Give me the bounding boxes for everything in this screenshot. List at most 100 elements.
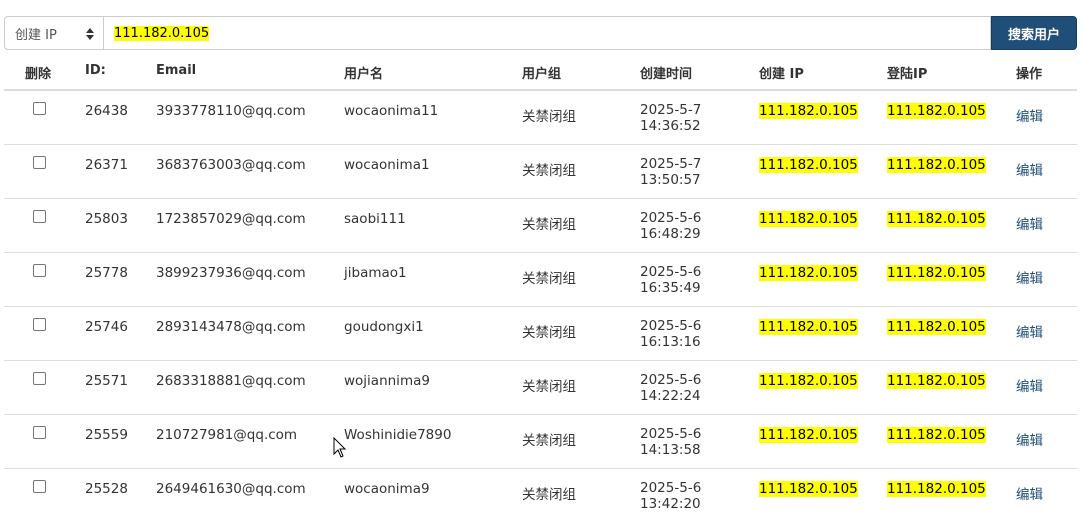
user-username: wocaonima11 — [344, 103, 439, 119]
login-ip-value: 111.182.0.105 — [887, 427, 986, 443]
created-time: 2025-5-6 14:13:58 — [640, 426, 701, 458]
create-ip: 111.182.0.105 — [759, 211, 858, 227]
created-date: 2025-5-7 — [640, 156, 702, 172]
login-ip: 111.182.0.105 — [887, 265, 986, 281]
created-time: 2025-5-7 14:36:52 — [640, 102, 701, 134]
create-ip-value: 111.182.0.105 — [759, 211, 858, 227]
edit-link[interactable]: 编辑 — [1016, 375, 1043, 395]
create-ip-value: 111.182.0.105 — [759, 157, 858, 173]
delete-checkbox[interactable] — [33, 156, 46, 169]
user-id: 25803 — [85, 211, 128, 227]
delete-checkbox[interactable] — [33, 318, 46, 331]
table-row: 25559 210727981@qq.com Woshinidie7890 关禁闭组 2… — [4, 415, 1077, 469]
user-email: 2893143478@qq.com — [156, 319, 306, 335]
created-time: 2025-5-6 14:22:24 — [640, 372, 701, 404]
user-id: 25746 — [85, 319, 128, 335]
delete-checkbox[interactable] — [33, 426, 46, 439]
user-group: 关禁闭组 — [522, 163, 576, 179]
login-ip-value: 111.182.0.105 — [887, 265, 986, 281]
table-row: 26371 3683763003@qq.com wocaonima1 关禁闭组 2025… — [4, 145, 1077, 199]
user-group: 关禁闭组 — [522, 271, 576, 287]
search-field-select-value: 创建 IP — [15, 27, 57, 43]
search-input[interactable]: 111.182.0.105 — [104, 16, 991, 50]
users-table: 删除 ID: Email 用户名 用户组 创建时间 创建 IP 登陆IP 操作 … — [4, 54, 1077, 519]
user-username: wojiannima9 — [344, 373, 430, 389]
create-ip-value: 111.182.0.105 — [759, 319, 858, 335]
login-ip: 111.182.0.105 — [887, 103, 986, 119]
create-ip-value: 111.182.0.105 — [759, 481, 858, 497]
delete-checkbox[interactable] — [33, 264, 46, 277]
header-group: 用户组 — [522, 67, 562, 82]
create-ip: 111.182.0.105 — [759, 157, 858, 173]
edit-link[interactable]: 编辑 — [1016, 267, 1043, 287]
delete-checkbox[interactable] — [33, 372, 46, 385]
login-ip-value: 111.182.0.105 — [887, 319, 986, 335]
delete-checkbox[interactable] — [33, 480, 46, 493]
create-ip: 111.182.0.105 — [759, 481, 858, 497]
user-id: 25571 — [85, 373, 128, 389]
user-group: 关禁闭组 — [522, 325, 576, 341]
created-clock: 14:13:58 — [640, 442, 701, 458]
create-ip: 111.182.0.105 — [759, 103, 858, 119]
table-body: 26438 3933778110@qq.com wocaonima11 关禁闭组 202… — [4, 91, 1077, 519]
create-ip-value: 111.182.0.105 — [759, 427, 858, 443]
edit-link[interactable]: 编辑 — [1016, 321, 1043, 341]
user-group: 关禁闭组 — [522, 487, 576, 503]
created-time: 2025-5-6 16:48:29 — [640, 210, 701, 242]
login-ip: 111.182.0.105 — [887, 211, 986, 227]
search-field-select[interactable]: 创建 IP — [4, 16, 104, 50]
search-input-value: 111.182.0.105 — [114, 25, 210, 41]
edit-link[interactable]: 编辑 — [1016, 213, 1043, 233]
edit-link[interactable]: 编辑 — [1016, 159, 1043, 179]
created-date: 2025-5-6 — [640, 264, 702, 280]
create-ip: 111.182.0.105 — [759, 427, 858, 443]
created-clock: 16:13:16 — [640, 334, 701, 350]
user-email: 3933778110@qq.com — [156, 103, 306, 119]
user-username: Woshinidie7890 — [344, 427, 452, 443]
delete-checkbox[interactable] — [33, 102, 46, 115]
table-row: 25571 2683318881@qq.com wojiannima9 关禁闭组 202… — [4, 361, 1077, 415]
login-ip-value: 111.182.0.105 — [887, 373, 986, 389]
user-group: 关禁闭组 — [522, 109, 576, 125]
create-ip-value: 111.182.0.105 — [759, 103, 858, 119]
table-header: 删除 ID: Email 用户名 用户组 创建时间 创建 IP 登陆IP 操作 — [4, 54, 1077, 91]
search-users-button[interactable]: 搜索用户 — [991, 16, 1077, 50]
user-username: jibamao1 — [344, 265, 407, 281]
login-ip-value: 111.182.0.105 — [887, 211, 986, 227]
delete-checkbox[interactable] — [33, 210, 46, 223]
user-group: 关禁闭组 — [522, 433, 576, 449]
created-clock: 16:35:49 — [640, 280, 701, 296]
edit-link[interactable]: 编辑 — [1016, 483, 1043, 503]
header-actions: 操作 — [1016, 67, 1043, 82]
create-ip-value: 111.182.0.105 — [759, 373, 858, 389]
user-email: 210727981@qq.com — [156, 427, 298, 443]
created-date: 2025-5-6 — [640, 318, 702, 334]
login-ip: 111.182.0.105 — [887, 373, 986, 389]
login-ip-value: 111.182.0.105 — [887, 103, 986, 119]
created-clock: 13:50:57 — [640, 172, 701, 188]
select-arrows-icon — [86, 28, 94, 40]
edit-link[interactable]: 编辑 — [1016, 105, 1043, 125]
edit-link[interactable]: 编辑 — [1016, 429, 1043, 449]
created-date: 2025-5-6 — [640, 426, 702, 442]
user-id: 25559 — [85, 427, 128, 443]
user-id: 25778 — [85, 265, 128, 281]
table-row: 25528 2649461630@qq.com wocaonima9 关禁闭组 2025… — [4, 469, 1077, 519]
user-username: saobi111 — [344, 211, 406, 227]
create-ip-value: 111.182.0.105 — [759, 265, 858, 281]
created-clock: 14:36:52 — [640, 118, 701, 134]
header-delete: 删除 — [25, 67, 52, 82]
user-id: 26438 — [85, 103, 128, 119]
created-date: 2025-5-6 — [640, 210, 702, 226]
created-time: 2025-5-6 16:13:16 — [640, 318, 701, 350]
table-row: 25803 1723857029@qq.com saobi111 关禁闭组 2025-5… — [4, 199, 1077, 253]
user-username: wocaonima9 — [344, 481, 430, 497]
user-group: 关禁闭组 — [522, 217, 576, 233]
create-ip: 111.182.0.105 — [759, 265, 858, 281]
header-id: ID: — [85, 63, 106, 78]
header-login-ip: 登陆IP — [887, 67, 928, 82]
user-username: goudongxi1 — [344, 319, 424, 335]
created-date: 2025-5-6 — [640, 480, 702, 496]
user-username: wocaonima1 — [344, 157, 430, 173]
header-email: Email — [156, 63, 197, 78]
